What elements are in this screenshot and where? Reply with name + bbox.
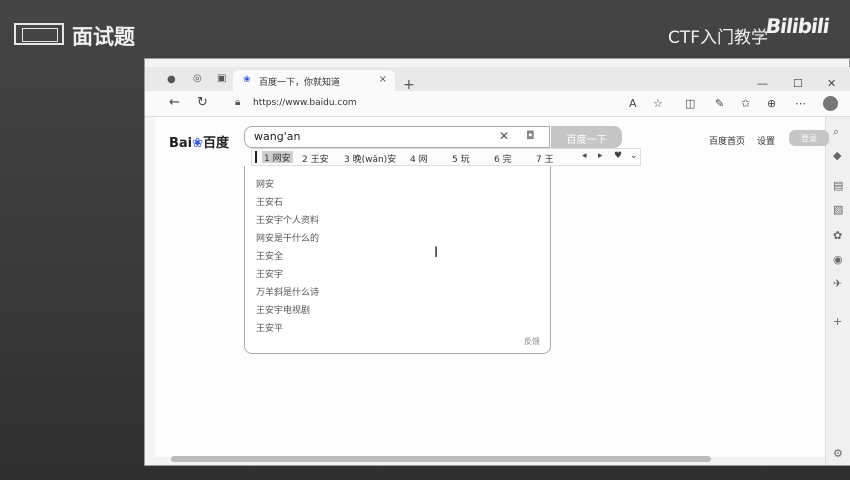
favorites-icon[interactable]: ✩ (741, 97, 750, 110)
sidebar-drop-icon[interactable]: ✈ (833, 277, 842, 290)
suggestion-item[interactable]: 网安 (256, 177, 274, 190)
close-window-button[interactable]: ✕ (827, 77, 836, 90)
ime-candidate[interactable]: 4 网 (410, 152, 428, 165)
split-screen-icon[interactable]: ◫ (685, 97, 695, 110)
suggestion-item[interactable]: 王安宇 (256, 267, 283, 280)
maximize-button[interactable]: ☐ (793, 77, 803, 90)
minimize-button[interactable]: — (757, 77, 768, 90)
tab-baidu[interactable]: ❀ 百度一下，你就知道 × (233, 70, 395, 91)
ime-candidate[interactable]: 2 王安 (302, 152, 329, 165)
bilibili-logo: Bilibili (764, 14, 831, 38)
sidebar-shopping-icon[interactable]: ◆ (833, 149, 841, 162)
text-cursor-icon: I (434, 245, 439, 261)
ime-caret (255, 151, 257, 163)
slide-logo-icon (14, 23, 64, 45)
sidebar-games-icon[interactable]: ▧ (833, 203, 843, 216)
slide-title: 面试题 (72, 25, 135, 49)
link-baidu-home[interactable]: 百度首页 (709, 134, 745, 147)
suggestion-item[interactable]: 王安石 (256, 195, 283, 208)
ime-candidate[interactable]: 3 晚(wǎn)安 (344, 152, 396, 165)
logo-text-left: Bai (169, 136, 193, 151)
link-settings[interactable]: 设置 (757, 134, 775, 147)
ime-favorite-icon[interactable]: ♥ (614, 151, 622, 161)
settings-more-icon[interactable]: ⋯ (795, 97, 806, 110)
paw-icon: ❀ (243, 75, 251, 85)
sidebar-tools-icon[interactable]: ▤ (833, 179, 843, 192)
address-bar: ← ↻ 🔒︎ https://www.baidu.com A ☆ ◫ ✎ ✩ ⊕… (145, 91, 850, 117)
suggestion-item[interactable]: 王安全 (256, 249, 283, 262)
baidu-logo[interactable]: Bai❀百度 (169, 132, 229, 151)
profile-icon[interactable]: ● (167, 74, 176, 85)
paw-logo-icon: ❀ (192, 136, 204, 151)
clear-input-icon[interactable]: ✕ (499, 129, 509, 143)
refresh-button[interactable]: ↻ (197, 95, 208, 110)
ime-candidate-bar: 1 网安 2 王安 3 晚(wǎn)安 4 网 5 玩 6 完 7 王 ◂ ▸ … (251, 148, 641, 166)
suggestion-item[interactable]: 王安宇电视剧 (256, 303, 310, 316)
ime-candidate[interactable]: 7 王 (536, 152, 554, 165)
read-aloud-icon[interactable]: A (629, 97, 637, 110)
suggestion-item[interactable]: 网安是干什么的 (256, 231, 319, 244)
login-button[interactable]: 登录 (789, 130, 829, 146)
search-button[interactable]: 百度一下 (551, 126, 622, 148)
sidebar-office-icon[interactable]: ✿ (833, 229, 842, 242)
tab-actions-icon[interactable]: ▣ (217, 73, 226, 84)
url-input[interactable]: https://www.baidu.com (253, 98, 357, 108)
ime-candidate[interactable]: 5 玩 (452, 152, 470, 165)
ime-candidate[interactable]: 1 网安 (262, 151, 293, 164)
suggestion-item[interactable]: 万羊斜是什么诗 (256, 285, 319, 298)
browser-window: ● ◎ ▣ ❀ 百度一下，你就知道 × + — ☐ ✕ ← ↻ 🔒︎ https… (144, 58, 850, 466)
suggestion-dropdown: 网安 王安石 王安宇个人资料 网安是干什么的 王安全 王安宇 万羊斜是什么诗 王… (244, 166, 551, 354)
workspaces-icon[interactable]: ◎ (193, 73, 202, 84)
sidebar-add-icon[interactable]: + (833, 315, 842, 328)
copilot-icon[interactable] (823, 96, 838, 111)
suggestion-item[interactable]: 王安宇个人资料 (256, 213, 319, 226)
ime-expand-icon[interactable]: ⌄ (630, 151, 638, 161)
ime-prev-icon[interactable]: ◂ (582, 151, 587, 161)
ime-candidate[interactable]: 6 完 (494, 152, 512, 165)
favorite-star-icon[interactable]: ☆ (653, 97, 663, 110)
ime-next-icon[interactable]: ▸ (598, 151, 603, 161)
tab-bar: ● ◎ ▣ ❀ 百度一下，你就知道 × + — ☐ ✕ (145, 67, 850, 93)
lock-icon[interactable]: 🔒︎ (235, 97, 240, 108)
horizontal-scrollbar[interactable] (171, 456, 711, 462)
collections-icon[interactable]: ⊕ (767, 97, 776, 110)
logo-text-right: 百度 (203, 136, 230, 151)
slide-brand: CTF入门教学 (668, 28, 769, 48)
extensions-icon[interactable]: ✎ (715, 97, 724, 110)
camera-search-icon[interactable]: ◘ (526, 129, 535, 142)
tab-close-icon[interactable]: × (379, 74, 387, 85)
back-button[interactable]: ← (169, 95, 180, 110)
sidebar-search-icon[interactable]: ⌕ (833, 125, 839, 139)
browser-sidebar: ⌕ ◆ ▤ ▧ ✿ ◉ ✈ + ⚙ (825, 117, 850, 465)
tab-title: 百度一下，你就知道 (259, 78, 341, 88)
suggestion-item[interactable]: 王安平 (256, 321, 283, 334)
sidebar-outlook-icon[interactable]: ◉ (833, 253, 843, 266)
feedback-link[interactable]: 反馈 (524, 336, 540, 347)
sidebar-settings-icon[interactable]: ⚙ (833, 447, 843, 460)
